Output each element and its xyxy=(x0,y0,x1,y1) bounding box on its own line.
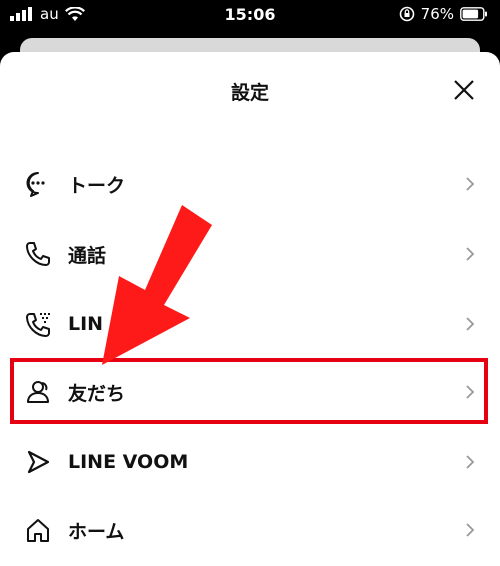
chevron-right-icon xyxy=(466,523,475,537)
orientation-lock-icon xyxy=(399,6,414,22)
chevron-right-icon xyxy=(466,247,475,261)
menu-item-friends[interactable]: 友だち xyxy=(0,364,500,420)
menu-item-line-out[interactable]: LIN xyxy=(0,296,500,352)
menu-item-talk[interactable]: トーク xyxy=(0,156,500,212)
battery-percent: 76% xyxy=(420,5,454,23)
page-title: 設定 xyxy=(230,82,269,104)
chevron-right-icon xyxy=(466,385,475,399)
close-icon[interactable] xyxy=(450,76,478,104)
phone-icon xyxy=(26,242,50,266)
menu-item-home[interactable]: ホーム xyxy=(0,502,500,558)
menu-item-label: ホーム xyxy=(68,520,125,543)
voom-icon xyxy=(27,450,50,474)
chevron-right-icon xyxy=(466,177,475,191)
menu-item-label: LIN xyxy=(68,313,104,335)
menu-item-label: LINE VOOM xyxy=(68,451,189,473)
home-icon xyxy=(27,519,49,542)
status-right: 76% xyxy=(399,5,488,23)
chat-bubble-icon xyxy=(26,172,45,197)
line-out-icon xyxy=(26,313,50,337)
menu-item-line-voom[interactable]: LINE VOOM xyxy=(0,434,500,490)
menu-item-label: 友だち xyxy=(68,382,126,405)
chevron-right-icon xyxy=(466,317,475,331)
status-bar: au 15:06 76% xyxy=(0,0,500,30)
menu-item-label: トーク xyxy=(68,174,126,197)
menu-item-label: 通話 xyxy=(68,244,107,267)
friends-icon xyxy=(27,381,49,403)
battery-icon xyxy=(460,7,487,21)
menu-item-calls[interactable]: 通話 xyxy=(0,226,500,282)
chevron-right-icon xyxy=(466,455,475,469)
